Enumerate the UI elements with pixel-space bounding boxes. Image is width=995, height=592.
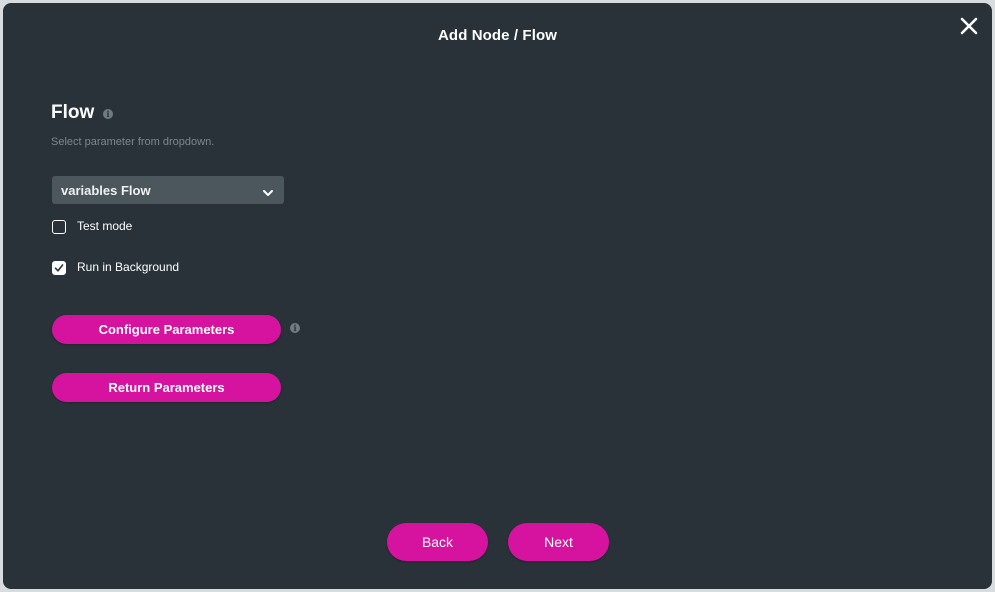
flow-dropdown-value: variables Flow <box>61 183 151 198</box>
test-mode-label: Test mode <box>77 219 133 233</box>
back-button[interactable]: Back <box>387 523 488 561</box>
flow-section-subtitle: Select parameter from dropdown. <box>51 136 215 148</box>
next-button[interactable]: Next <box>508 523 609 561</box>
flow-dropdown[interactable]: variables Flow <box>52 176 284 204</box>
configure-parameters-info-icon[interactable]: i <box>290 323 300 333</box>
close-icon <box>958 15 980 37</box>
close-button[interactable] <box>958 15 980 37</box>
dialog-title: Add Node / Flow <box>438 27 557 44</box>
info-icon[interactable]: i <box>103 109 113 119</box>
return-parameters-button[interactable]: Return Parameters <box>52 373 281 402</box>
chevron-down-icon <box>262 185 274 203</box>
run-in-background-checkbox[interactable] <box>52 261 66 275</box>
add-node-dialog: Add Node / Flow Flow i Select parameter … <box>3 3 992 589</box>
configure-parameters-button[interactable]: Configure Parameters <box>52 315 281 344</box>
run-in-background-label: Run in Background <box>77 260 180 274</box>
flow-section-title: Flow <box>51 102 95 123</box>
test-mode-checkbox[interactable] <box>52 220 66 234</box>
